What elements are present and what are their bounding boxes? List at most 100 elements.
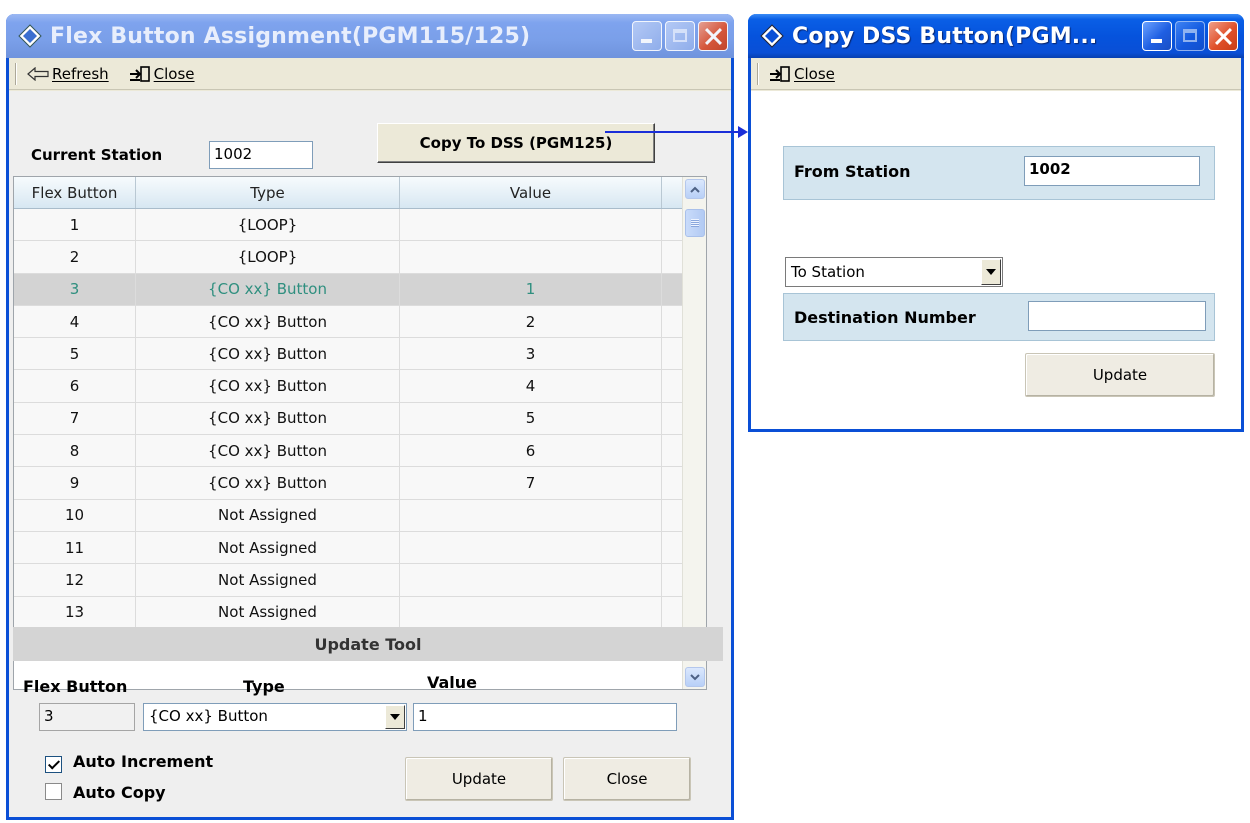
cell-type: Not Assigned xyxy=(136,499,400,531)
cell-value: 5 xyxy=(400,402,662,435)
cell-type: Not Assigned xyxy=(136,531,400,564)
cell-type: {LOOP} xyxy=(136,241,400,273)
refresh-arrow-icon xyxy=(27,66,49,81)
current-station-input[interactable]: 1002 xyxy=(209,141,313,169)
to-station-select[interactable]: To Station xyxy=(785,257,1003,287)
copy-to-dss-label: Copy To DSS (PGM125) xyxy=(419,134,613,152)
cell-flex-button: 13 xyxy=(14,596,136,628)
refresh-label: Refresh xyxy=(52,64,109,83)
dss-window-titlebar[interactable]: Copy DSS Button(PGM... xyxy=(748,14,1244,58)
cell-flex-button: 12 xyxy=(14,564,136,596)
table-row[interactable]: 8 {CO xx} Button 6 xyxy=(14,435,706,468)
table-row[interactable]: 2 {LOOP} xyxy=(14,241,706,274)
to-station-select-value: To Station xyxy=(791,263,865,281)
minimize-button[interactable] xyxy=(1142,21,1172,51)
table-row[interactable]: 13 Not Assigned xyxy=(14,596,706,629)
grid-body: 1 {LOOP} 2 {LOOP} 3 {CO xx} Button 1 4 {CO xx} B… xyxy=(14,209,706,629)
toolbar-close-button[interactable]: Close xyxy=(129,65,195,83)
table-row[interactable]: 11 Not Assigned xyxy=(14,531,706,565)
maximize-button[interactable] xyxy=(665,21,695,51)
cell-flex-button: 3 xyxy=(14,273,136,305)
cell-flex-button: 6 xyxy=(14,370,136,402)
current-station-label: Current Station xyxy=(31,146,163,164)
copy-to-dss-button[interactable]: Copy To DSS (PGM125) xyxy=(377,123,655,163)
cell-type: {LOOP} xyxy=(136,209,400,241)
from-station-panel: From Station 1002 xyxy=(783,146,1215,200)
toolbar-grip xyxy=(15,62,17,85)
table-row[interactable]: 10 Not Assigned xyxy=(14,499,706,532)
cell-type: Not Assigned xyxy=(136,564,400,596)
chevron-down-icon xyxy=(690,673,700,680)
refresh-button[interactable]: Refresh xyxy=(27,65,109,83)
cell-type: {CO xx} Button xyxy=(136,435,400,467)
flex-window-titlebar[interactable]: Flex Button Assignment(PGM115/125) xyxy=(6,14,734,58)
minimize-button[interactable] xyxy=(632,21,662,51)
dss-toolbar-close-button[interactable]: Close xyxy=(769,65,835,83)
table-row[interactable]: 12 Not Assigned xyxy=(14,564,706,597)
scroll-up-button[interactable] xyxy=(685,179,705,199)
cell-type: Not Assigned xyxy=(136,596,400,628)
cell-value: 2 xyxy=(400,305,662,338)
dss-update-label: Update xyxy=(1092,366,1148,384)
update-type-select[interactable]: {CO xx} Button xyxy=(143,703,407,731)
dropdown-arrow-icon[interactable] xyxy=(385,705,405,729)
grid-scrollbar[interactable] xyxy=(682,177,706,689)
update-button[interactable]: Update xyxy=(405,757,553,801)
destination-input[interactable] xyxy=(1028,301,1206,331)
cell-type: {CO xx} Button xyxy=(136,370,400,402)
table-row[interactable]: 4 {CO xx} Button 2 xyxy=(14,305,706,339)
header-flex-button[interactable]: Flex Button xyxy=(14,177,136,208)
cell-flex-button: 2 xyxy=(14,241,136,273)
table-row[interactable]: 9 {CO xx} Button 7 xyxy=(14,467,706,500)
cell-flex-button: 5 xyxy=(14,338,136,370)
cell-value: 3 xyxy=(400,338,662,370)
update-value-input[interactable]: 1 xyxy=(413,703,677,731)
table-row[interactable]: 3 {CO xx} Button 1 xyxy=(14,273,706,306)
app-diamond-icon xyxy=(760,24,784,48)
cell-type: {CO xx} Button xyxy=(136,305,400,338)
toolbar-close-label: Close xyxy=(153,64,195,83)
update-type-value: {CO xx} Button xyxy=(149,707,268,725)
connector-arrow-head-icon xyxy=(738,126,748,138)
dropdown-arrow-icon[interactable] xyxy=(981,259,1001,285)
connector-arrow-line xyxy=(605,131,742,133)
auto-copy-checkbox[interactable] xyxy=(45,783,62,800)
cell-value: 7 xyxy=(400,467,662,499)
dss-update-button[interactable]: Update xyxy=(1025,353,1215,397)
auto-increment-checkbox[interactable] xyxy=(45,756,62,773)
cell-value xyxy=(400,596,662,628)
table-row[interactable]: 5 {CO xx} Button 3 xyxy=(14,338,706,371)
from-station-input[interactable]: 1002 xyxy=(1024,156,1200,186)
toolbar-grip xyxy=(757,62,759,85)
table-row[interactable]: 1 {LOOP} xyxy=(14,209,706,242)
update-flex-label: Flex Button xyxy=(23,677,128,696)
destination-panel: Destination Number xyxy=(783,293,1215,341)
close-window-button[interactable] xyxy=(1208,21,1238,51)
close-window-button[interactable] xyxy=(698,21,728,51)
update-type-label: Type xyxy=(243,677,285,696)
cell-value xyxy=(400,209,662,241)
auto-copy-label: Auto Copy xyxy=(73,783,166,802)
dss-window-content: From Station 1002 To Station Destination… xyxy=(751,91,1241,429)
cell-value xyxy=(400,499,662,531)
flex-window-content: Current Station 1002 Copy To DSS (PGM125… xyxy=(9,91,731,817)
cell-flex-button: 1 xyxy=(14,209,136,241)
table-row[interactable]: 7 {CO xx} Button 5 xyxy=(14,402,706,436)
flex-button-window: Flex Button Assignment(PGM115/125) Refre… xyxy=(6,14,734,820)
dss-window-title: Copy DSS Button(PGM... xyxy=(792,23,1098,49)
table-row[interactable]: 6 {CO xx} Button 4 xyxy=(14,370,706,403)
cell-type: {CO xx} Button xyxy=(136,338,400,370)
maximize-button[interactable] xyxy=(1175,21,1205,51)
auto-increment-label: Auto Increment xyxy=(73,752,214,771)
scroll-thumb[interactable] xyxy=(685,209,705,237)
scroll-down-button[interactable] xyxy=(685,667,705,687)
flex-toolbar: Refresh Close xyxy=(9,58,731,90)
cell-value xyxy=(400,564,662,596)
close-button[interactable]: Close xyxy=(563,757,691,801)
cell-type: {CO xx} Button xyxy=(136,273,400,305)
update-flex-input[interactable]: 3 xyxy=(39,703,135,731)
exit-door-icon xyxy=(129,65,151,82)
header-value[interactable]: Value xyxy=(400,177,662,208)
header-type[interactable]: Type xyxy=(136,177,400,208)
cell-value xyxy=(400,241,662,273)
